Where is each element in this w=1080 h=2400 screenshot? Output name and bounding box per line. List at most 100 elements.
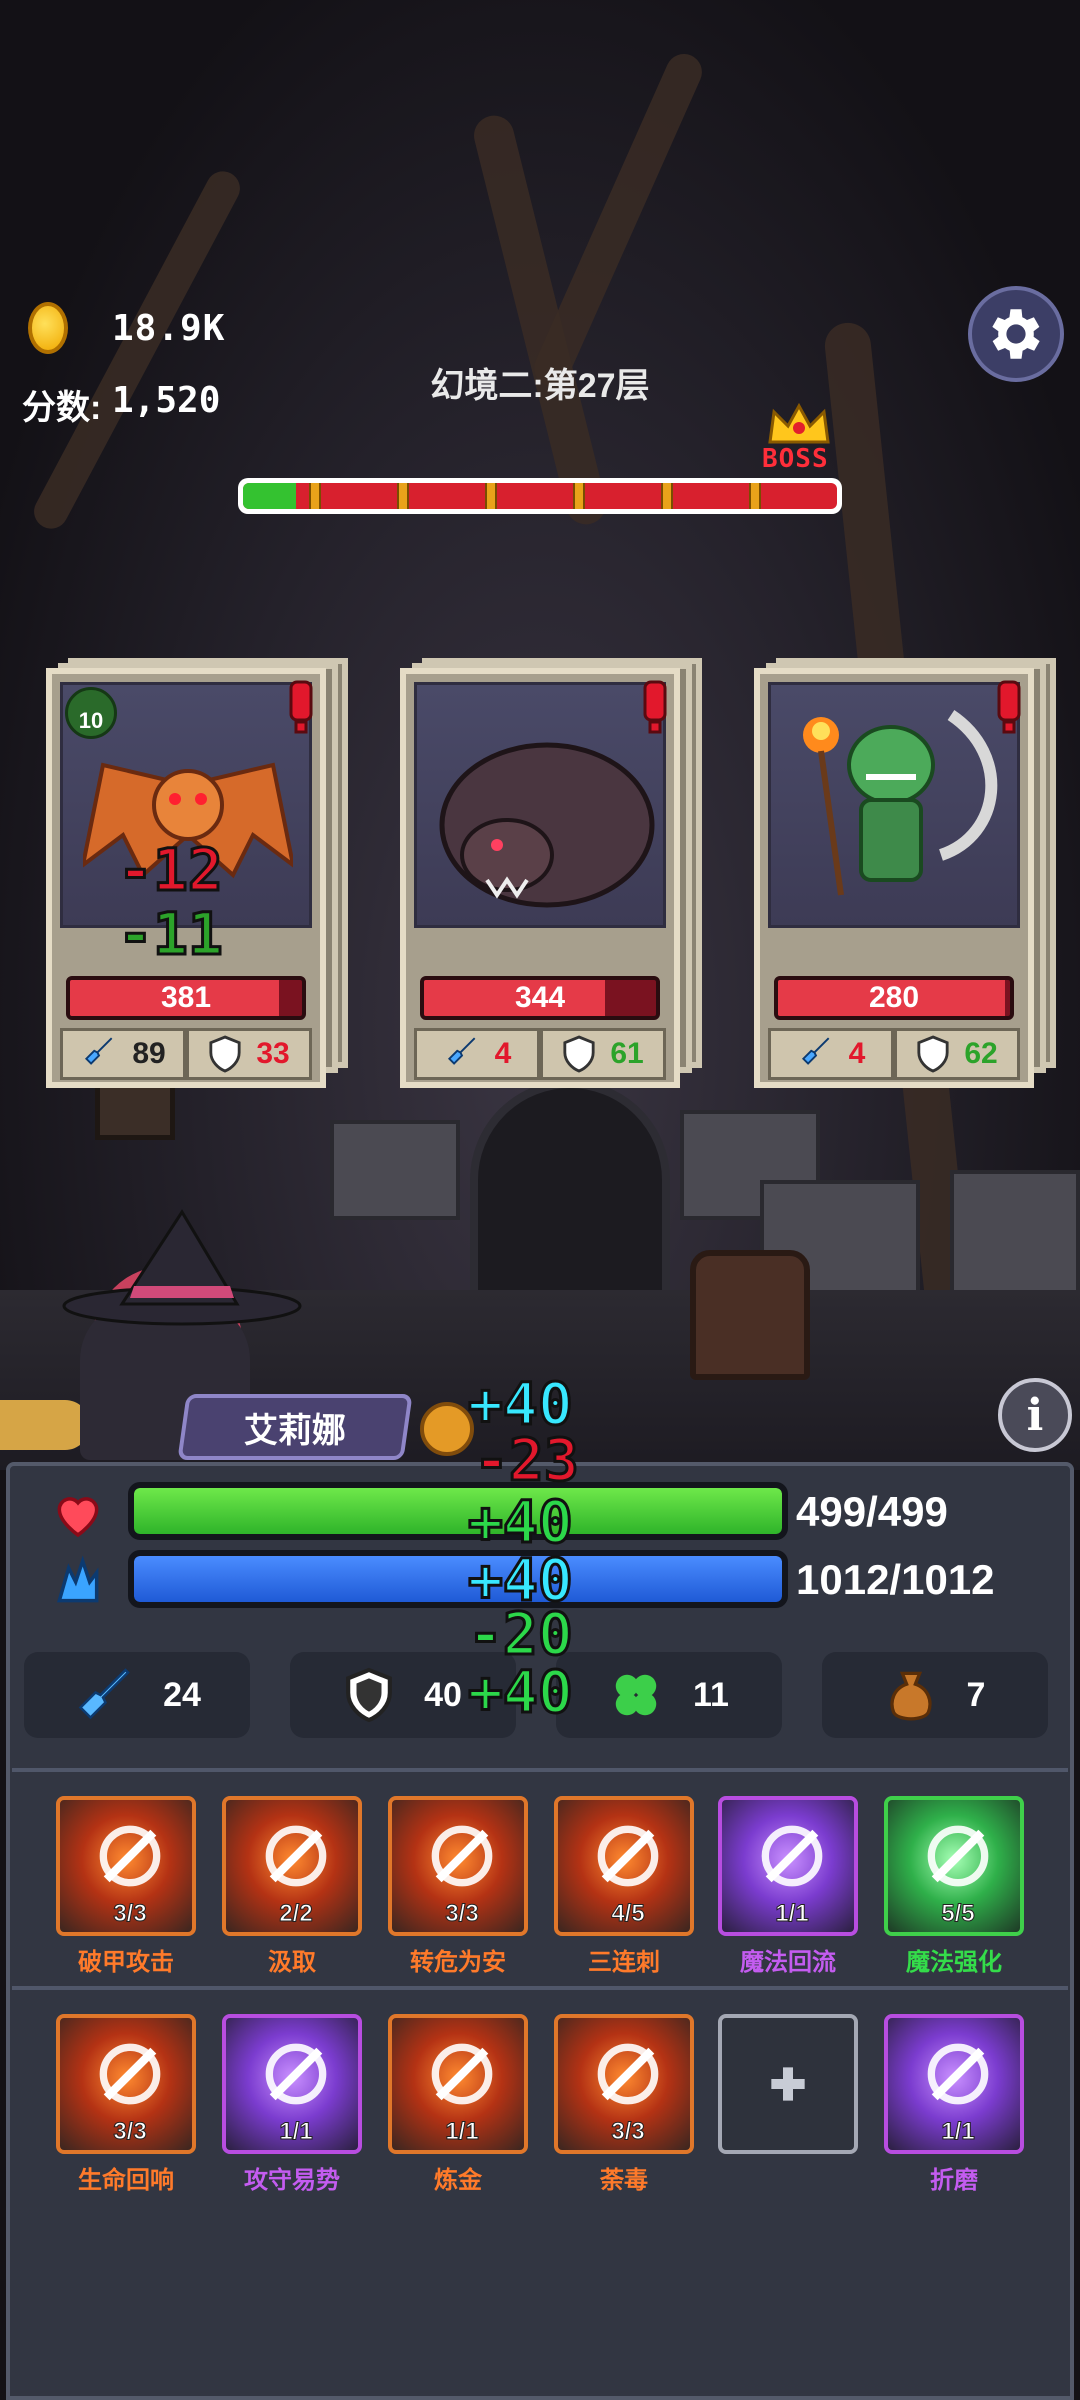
- reversal-icon: [431, 1825, 493, 1887]
- skill-name: 荼毒: [600, 2167, 648, 2194]
- hero-attack-stat: 24: [24, 1652, 250, 1738]
- skill-tile[interactable]: 1/1 炼金: [388, 2014, 528, 2194]
- money-bag-icon: [889, 1671, 932, 1721]
- skill-tile[interactable]: 5/5 魔法强化: [884, 1796, 1024, 1976]
- enemy-level-value: 10: [78, 708, 104, 733]
- hero-damage-number: -23: [473, 1425, 581, 1496]
- coin-icon: [28, 302, 68, 354]
- skill-frame: 1/1: [388, 2014, 528, 2154]
- hero-bag-value: 7: [966, 1675, 986, 1714]
- settings-button[interactable]: [968, 286, 1064, 382]
- sword-icon: [78, 1668, 130, 1720]
- skill-level: 3/3: [611, 2118, 645, 2146]
- gear-icon: [992, 309, 1040, 359]
- enemy-defense-value: 61: [610, 1037, 644, 1070]
- progress-marker: [661, 483, 673, 509]
- skill-name: 折磨: [930, 2167, 978, 2194]
- hero-defense-value: 40: [424, 1675, 462, 1714]
- panel-divider: [12, 1768, 1068, 1772]
- skill-tile[interactable]: 1/1 折磨: [884, 2014, 1024, 2194]
- skill-frame: 5/5: [884, 1796, 1024, 1936]
- enemy-card-goblin-shaman[interactable]: 280 4 62: [754, 658, 1056, 1088]
- skill-name: 汲取: [268, 1949, 316, 1976]
- enemy-hp-value: 280: [868, 981, 920, 1014]
- enemy-defense-value: 33: [256, 1037, 290, 1070]
- shield-icon: [209, 1035, 241, 1073]
- magic-boost-icon: [927, 1825, 989, 1887]
- skill-tile[interactable]: 1/1 攻守易势: [222, 2014, 362, 2194]
- shield-icon: [563, 1035, 595, 1073]
- enemy-defense-value: 62: [964, 1037, 998, 1070]
- skill-name: 转危为安: [410, 1949, 506, 1976]
- coins-value: 18.9K: [112, 308, 226, 349]
- sword-icon: [85, 1037, 113, 1065]
- skill-name: 魔法强化: [906, 1949, 1002, 1976]
- add-skill-slot-button[interactable]: [718, 2014, 858, 2154]
- enemy-portrait: [768, 682, 1020, 928]
- boss-crown-icon: [768, 402, 830, 444]
- info-button[interactable]: i: [998, 1378, 1072, 1452]
- progress-marker: [485, 483, 497, 509]
- enemy-damage-number: -11: [117, 899, 225, 970]
- skill-tile[interactable]: 3/3 荼毒: [554, 2014, 694, 2194]
- score-value: 1,520: [112, 380, 221, 421]
- hero-mp-value: 1012/1012: [796, 1556, 995, 1603]
- skill-name: 攻守易势: [244, 2167, 340, 2194]
- skill-level: 4/5: [611, 1900, 645, 1928]
- skill-level: 3/3: [113, 1900, 147, 1928]
- sword-icon: [801, 1037, 829, 1065]
- heart-icon: [57, 1497, 99, 1538]
- skill-level: 5/5: [941, 1900, 975, 1928]
- enemy-card-shadow-beast[interactable]: 344 4 61: [400, 658, 702, 1088]
- progress-marker: [749, 483, 761, 509]
- magic-backflow-icon: [761, 1825, 823, 1887]
- skill-name: 生命回响: [78, 2167, 174, 2194]
- skill-tile[interactable]: 1/1 魔法回流: [718, 1796, 858, 1976]
- enemy-hp-bar: 344: [420, 976, 660, 1020]
- skill-tile[interactable]: 3/3 生命回响: [56, 2014, 196, 2194]
- score-label: 分数:: [22, 389, 102, 427]
- alchemy-icon: [431, 2043, 493, 2105]
- progress-marker: [397, 483, 409, 509]
- shield-icon: [917, 1035, 949, 1073]
- broom: [0, 1400, 90, 1450]
- shadow-beast-sprite: [439, 742, 655, 908]
- skill-name: 魔法回流: [740, 1949, 836, 1976]
- skill-tile[interactable]: 3/3 破甲攻击: [56, 1796, 196, 1976]
- enemy-attack-value: 89: [132, 1037, 166, 1070]
- goblin-shaman-sprite: [803, 710, 998, 896]
- torment-icon: [927, 2043, 989, 2105]
- skill-level: 3/3: [445, 1900, 479, 1928]
- danger-alert-icon: [997, 680, 1021, 734]
- enemy-attack-stat: 89: [60, 1028, 186, 1080]
- skill-name: 三连刺: [588, 1949, 660, 1976]
- skill-name: 破甲攻击: [78, 1949, 174, 1976]
- boss-label: BOSS: [762, 444, 829, 474]
- enemy-hp-value: 344: [514, 981, 566, 1014]
- skill-tile[interactable]: 2/2 汲取: [222, 1796, 362, 1976]
- life-echo-icon: [99, 2043, 161, 2105]
- skill-frame: 4/5: [554, 1796, 694, 1936]
- stage-title: 幻境二:第27层: [430, 367, 650, 405]
- skill-tile[interactable]: 3/3 转危为安: [388, 1796, 528, 1976]
- skill-tile[interactable]: 4/5 三连刺: [554, 1796, 694, 1976]
- skill-level: 1/1: [775, 1900, 809, 1928]
- panel-divider: [12, 1986, 1068, 1990]
- hero-buff-icon[interactable]: [420, 1402, 474, 1456]
- info-icon: i: [1026, 1389, 1044, 1441]
- progress-marker: [573, 483, 585, 509]
- enemy-portrait: [414, 682, 666, 928]
- skill-frame: 1/1: [884, 2014, 1024, 2154]
- floor-progress-fill: [243, 483, 297, 509]
- skill-level: 1/1: [941, 2118, 975, 2146]
- enemy-attack-value: 4: [494, 1037, 512, 1070]
- witch-hat: [62, 1209, 302, 1326]
- triple-stab-icon: [597, 1825, 659, 1887]
- enemy-defense-stat: 62: [894, 1028, 1020, 1080]
- hero-hp-bar: [128, 1482, 788, 1540]
- treasure-chest: [690, 1250, 810, 1380]
- skill-name: 炼金: [434, 2167, 482, 2194]
- progress-marker: [309, 483, 321, 509]
- drain-icon: [265, 1825, 327, 1887]
- sword-icon: [447, 1037, 475, 1065]
